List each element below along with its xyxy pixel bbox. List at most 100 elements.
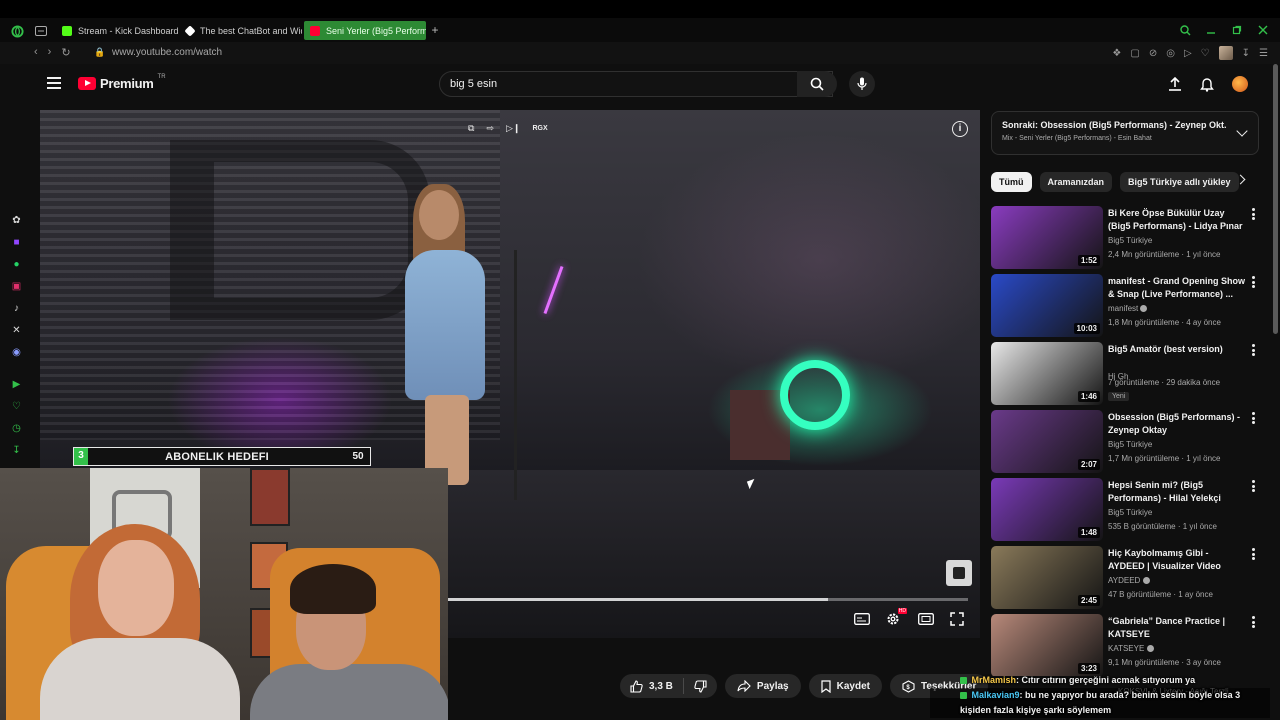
video-thumbnail[interactable]: 2:07: [991, 410, 1103, 473]
up-next-panel[interactable]: Sonraki: Obsession (Big5 Performans) - Z…: [991, 111, 1259, 155]
account-avatar[interactable]: [1232, 76, 1248, 92]
channel-name[interactable]: manifest: [1108, 304, 1148, 313]
profile-avatar[interactable]: [1218, 46, 1233, 60]
window-controls: [1178, 23, 1270, 37]
chip-from-search[interactable]: Aramanızdan: [1039, 172, 1113, 192]
cam-poster: [250, 468, 290, 526]
instagram-icon[interactable]: ▣: [10, 280, 23, 293]
channel-name[interactable]: AYDEED: [1108, 576, 1150, 585]
more-options-icon[interactable]: [1252, 412, 1255, 424]
video-title[interactable]: Hepsi Senin mi? (Big5 Performans) - Hila…: [1108, 479, 1246, 505]
video-title[interactable]: Big5 Amatör (best version): [1108, 343, 1246, 356]
chatgpt-icon[interactable]: ✿: [10, 214, 23, 227]
info-icon[interactable]: i: [952, 121, 968, 137]
tab-youtube-active[interactable]: Seni Yerler (Big5 Performa: [304, 21, 426, 40]
chip-all[interactable]: Tümü: [991, 172, 1032, 192]
search-input[interactable]: [450, 78, 770, 90]
video-thumbnail[interactable]: 2:45: [991, 546, 1103, 609]
video-title[interactable]: manifest - Grand Opening Show & Snap (Li…: [1108, 275, 1246, 301]
player-icon[interactable]: ▷: [1184, 48, 1192, 59]
tab-kick-dashboard[interactable]: Stream - Kick Dashboard: [56, 21, 178, 40]
reload-icon[interactable]: ↻: [61, 46, 70, 59]
x-icon[interactable]: ✕: [10, 324, 23, 337]
back-icon[interactable]: ‹: [34, 46, 38, 59]
snapshot-icon[interactable]: ▢: [1130, 48, 1139, 59]
search-tabs-icon[interactable]: [1178, 23, 1192, 37]
voice-search-button[interactable]: [849, 71, 875, 97]
miniplayer-icon[interactable]: ⧉: [468, 123, 474, 134]
recommendation-item[interactable]: 2:07 Obsession (Big5 Performans) - Zeynep…: [991, 410, 1261, 474]
upload-icon[interactable]: [1168, 77, 1182, 91]
whatsapp-icon[interactable]: ●: [10, 258, 23, 271]
download-icon[interactable]: ↧: [1242, 48, 1250, 59]
player-sidebar-icon[interactable]: ▶: [10, 378, 23, 391]
vpn-icon[interactable]: ◎: [1166, 48, 1175, 59]
history-icon[interactable]: ◷: [10, 422, 23, 435]
recommendation-item[interactable]: 10:03 manifest - Grand Opening Show & Sna…: [991, 274, 1261, 338]
channel-name[interactable]: Big5 Türkiye: [1108, 508, 1152, 517]
channel-name[interactable]: Big5 Türkiye: [1108, 440, 1152, 449]
tab-overview-icon[interactable]: [34, 24, 48, 38]
settings-gear-icon[interactable]: HD: [886, 608, 907, 626]
channel-name[interactable]: Big5 Türkiye: [1108, 236, 1152, 245]
video-thumbnail[interactable]: 1:48: [991, 478, 1103, 541]
twitch-icon[interactable]: ■: [10, 236, 23, 249]
discord-icon[interactable]: ◉: [10, 346, 23, 359]
page-scrollbar[interactable]: [1273, 64, 1278, 334]
more-options-icon[interactable]: [1252, 344, 1255, 356]
dislike-button[interactable]: [684, 679, 717, 693]
menu-lines-icon[interactable]: ☰: [1259, 48, 1268, 59]
chip-uploader[interactable]: Big5 Türkiye adlı yükley: [1120, 172, 1239, 192]
tiktok-icon[interactable]: ♪: [10, 302, 23, 315]
rgx-label[interactable]: RGX: [532, 125, 547, 132]
save-button[interactable]: Kaydet: [808, 674, 882, 698]
video-title[interactable]: “Gabriela” Dance Practice | KATSEYE: [1108, 615, 1246, 641]
adblock-icon[interactable]: ⊘: [1149, 48, 1157, 59]
video-title[interactable]: Hiç Kaybolmamış Gibi - AYDEED | Visualiz…: [1108, 547, 1246, 573]
pin-icon[interactable]: ❖: [1112, 48, 1121, 59]
opera-menu-icon[interactable]: [10, 24, 24, 38]
more-options-icon[interactable]: [1252, 208, 1255, 220]
tab-chatbot[interactable]: The best ChatBot and Wid: [180, 21, 302, 40]
chevron-down-icon[interactable]: [1236, 125, 1248, 137]
more-options-icon[interactable]: [1252, 548, 1255, 560]
downloads-icon[interactable]: ↧: [10, 444, 23, 457]
video-thumbnail[interactable]: 3:23: [991, 614, 1103, 676]
share-button[interactable]: Paylaş: [724, 674, 801, 698]
next-icon[interactable]: ▷❙: [506, 123, 520, 134]
favorites-icon[interactable]: ♡: [10, 400, 23, 413]
more-options-icon[interactable]: [1252, 276, 1255, 288]
forward-icon[interactable]: ›: [48, 46, 52, 59]
video-thumbnail[interactable]: 10:03: [991, 274, 1103, 337]
close-window-icon[interactable]: [1256, 23, 1270, 37]
notifications-bell-icon[interactable]: [1200, 77, 1214, 92]
progress-bar[interactable]: [448, 598, 968, 601]
new-tab-button[interactable]: +: [428, 21, 442, 40]
url-field[interactable]: www.youtube.com/watch: [112, 47, 222, 58]
heart-icon[interactable]: ♡: [1201, 48, 1210, 59]
like-button[interactable]: 3,3 B: [620, 679, 683, 693]
recommendation-item[interactable]: 3:23 “Gabriela” Dance Practice | KATSEYE K…: [991, 614, 1261, 676]
restore-icon[interactable]: [1230, 23, 1244, 37]
cast-icon[interactable]: ⇨: [486, 123, 494, 134]
video-thumbnail[interactable]: 1:52: [991, 206, 1103, 269]
more-options-icon[interactable]: [1252, 480, 1255, 492]
video-title[interactable]: Bi Kere Öpse Bükülür Uzay (Big5 Performa…: [1108, 207, 1246, 233]
channel-name[interactable]: KATSEYE: [1108, 644, 1154, 653]
recommendation-item[interactable]: 2:45 Hiç Kaybolmamış Gibi - AYDEED | Visu…: [991, 546, 1261, 610]
more-options-icon[interactable]: [1252, 616, 1255, 628]
recommendation-item[interactable]: 1:48 Hepsi Senin mi? (Big5 Performans) - …: [991, 478, 1261, 542]
fullscreen-icon[interactable]: [950, 612, 966, 626]
channel-watermark[interactable]: [946, 560, 972, 586]
search-button[interactable]: [797, 71, 837, 97]
guide-menu-icon[interactable]: [47, 77, 61, 89]
video-thumbnail[interactable]: 1:46: [991, 342, 1103, 405]
subtitles-icon[interactable]: [854, 612, 870, 626]
recommendation-item[interactable]: 1:52 Bi Kere Öpse Bükülür Uzay (Big5 Perf…: [991, 206, 1261, 270]
video-green-drum: [780, 360, 850, 430]
video-title[interactable]: Obsession (Big5 Performans) - Zeynep Okt…: [1108, 411, 1246, 437]
minimize-icon[interactable]: [1204, 23, 1218, 37]
youtube-logo[interactable]: Premium TR: [78, 74, 166, 91]
recommendation-item[interactable]: 1:46 Big5 Amatör (best version) Hj Gh 7 gör…: [991, 342, 1261, 406]
theater-mode-icon[interactable]: [918, 612, 934, 626]
